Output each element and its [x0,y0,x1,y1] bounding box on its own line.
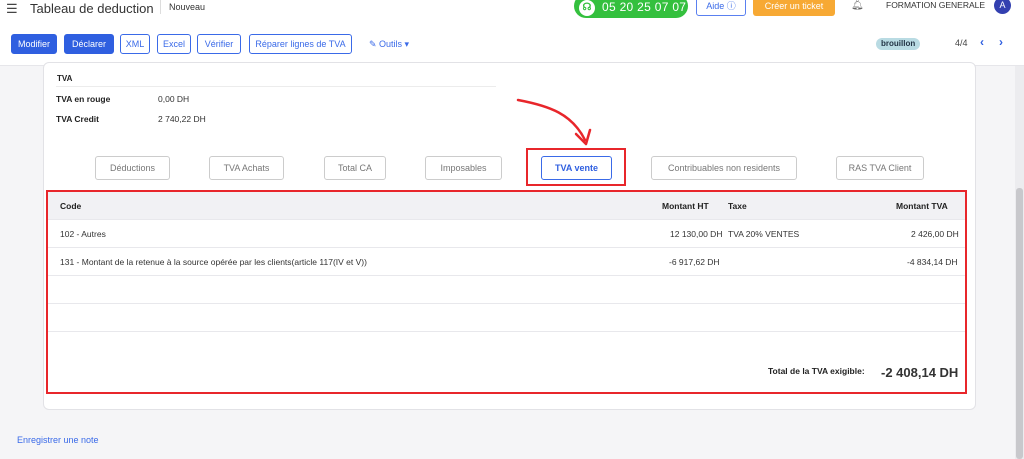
top-bar: ☰ Tableau de deduction Nouveau ☊ 05 20 2… [0,0,1024,22]
summary-label-tva-credit: TVA Credit [56,114,99,124]
record-pager: 4/4 [955,38,968,48]
tab-imposables[interactable]: Imposables [425,156,502,180]
page-title: Tableau de deduction [30,1,154,16]
chevron-right-icon[interactable]: › [999,35,1003,49]
declare-button[interactable]: Déclarer [64,34,114,54]
summary-label-tva-en-rouge: TVA en rouge [56,94,111,104]
headset-icon: ☊ [579,0,595,16]
status-badge: brouillon [876,38,921,50]
support-phone-number: 05 20 25 07 07 [602,0,687,14]
company-name[interactable]: FORMATION GENERALE [886,0,985,10]
table-highlight [46,190,967,394]
document-status: Nouveau [169,2,206,12]
create-ticket-button[interactable]: Créer un ticket [753,0,835,16]
excel-button[interactable]: Excel [157,34,191,54]
modify-button[interactable]: Modifier [11,34,57,54]
title-divider [160,0,161,14]
verify-button[interactable]: Vérifier [197,34,241,54]
tools-dropdown[interactable]: ✎ Outils ▾ [369,39,409,50]
help-button[interactable]: Aide ⓘ [696,0,746,16]
summary-value-tva-en-rouge: 0,00 DH [158,94,190,104]
scrollbar-thumb[interactable] [1016,188,1023,459]
menu-icon[interactable]: ☰ [6,1,18,17]
tab-ras-tva-client[interactable]: RAS TVA Client [836,156,924,180]
toolbar: Modifier Déclarer XML Excel Vérifier Rép… [0,22,1024,66]
tab-total-ca[interactable]: Total CA [324,156,386,180]
bell-icon[interactable]: 🔔︎ [851,0,864,11]
tab-tva-achats[interactable]: TVA Achats [209,156,284,180]
save-note-link[interactable]: Enregistrer une note [17,435,99,445]
support-phone-button[interactable]: ☊ 05 20 25 07 07 [574,0,688,18]
summary-heading: TVA [57,74,73,83]
annotation-arrow-icon [516,98,592,146]
active-tab-highlight [526,148,626,186]
tab-contribuables-non-residents[interactable]: Contribuables non residents [651,156,797,180]
summary-divider [56,86,496,87]
tab-deductions[interactable]: Déductions [95,156,170,180]
avatar[interactable]: A [994,0,1011,14]
chevron-left-icon[interactable]: ‹ [980,35,984,49]
repair-vat-lines-button[interactable]: Réparer lignes de TVA [249,34,352,54]
xml-button[interactable]: XML [120,34,150,54]
summary-value-tva-credit: 2 740,22 DH [158,114,206,124]
